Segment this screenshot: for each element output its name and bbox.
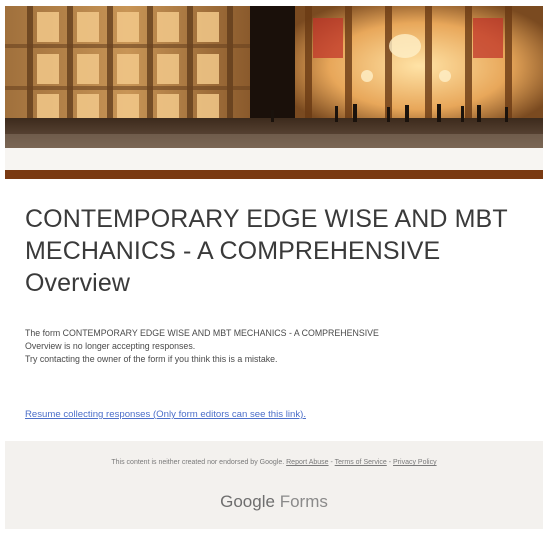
google-forms-logo[interactable]: Google Forms	[5, 491, 543, 513]
form-closed-message: The form CONTEMPORARY EDGE WISE AND MBT …	[25, 327, 525, 366]
footer: This content is neither created nor endo…	[5, 441, 543, 529]
resume-collecting-link[interactable]: Resume collecting responses (Only form e…	[25, 409, 306, 421]
closed-message-line: The form CONTEMPORARY EDGE WISE AND MBT …	[25, 328, 379, 338]
report-abuse-link[interactable]: Report Abuse	[286, 459, 328, 466]
form-card: CONTEMPORARY EDGE WISE AND MBT MECHANICS…	[5, 6, 543, 529]
banner-gap	[5, 148, 543, 170]
footer-legal-line: This content is neither created nor endo…	[5, 458, 543, 468]
form-body: CONTEMPORARY EDGE WISE AND MBT MECHANICS…	[5, 179, 543, 441]
closed-message-line: Overview is no longer accepting response…	[25, 341, 196, 351]
terms-of-service-link[interactable]: Terms of Service	[335, 459, 387, 466]
brand-product: Forms	[279, 492, 328, 511]
page: CONTEMPORARY EDGE WISE AND MBT MECHANICS…	[0, 0, 544, 534]
closed-message-line: Try contacting the owner of the form if …	[25, 354, 278, 364]
form-title: CONTEMPORARY EDGE WISE AND MBT MECHANICS…	[25, 205, 508, 297]
privacy-policy-link[interactable]: Privacy Policy	[393, 459, 437, 466]
theme-accent-bar	[5, 170, 543, 179]
brand-google: Google	[220, 492, 275, 511]
header-banner-image	[5, 6, 543, 148]
footer-disclaimer: This content is neither created nor endo…	[111, 459, 285, 466]
